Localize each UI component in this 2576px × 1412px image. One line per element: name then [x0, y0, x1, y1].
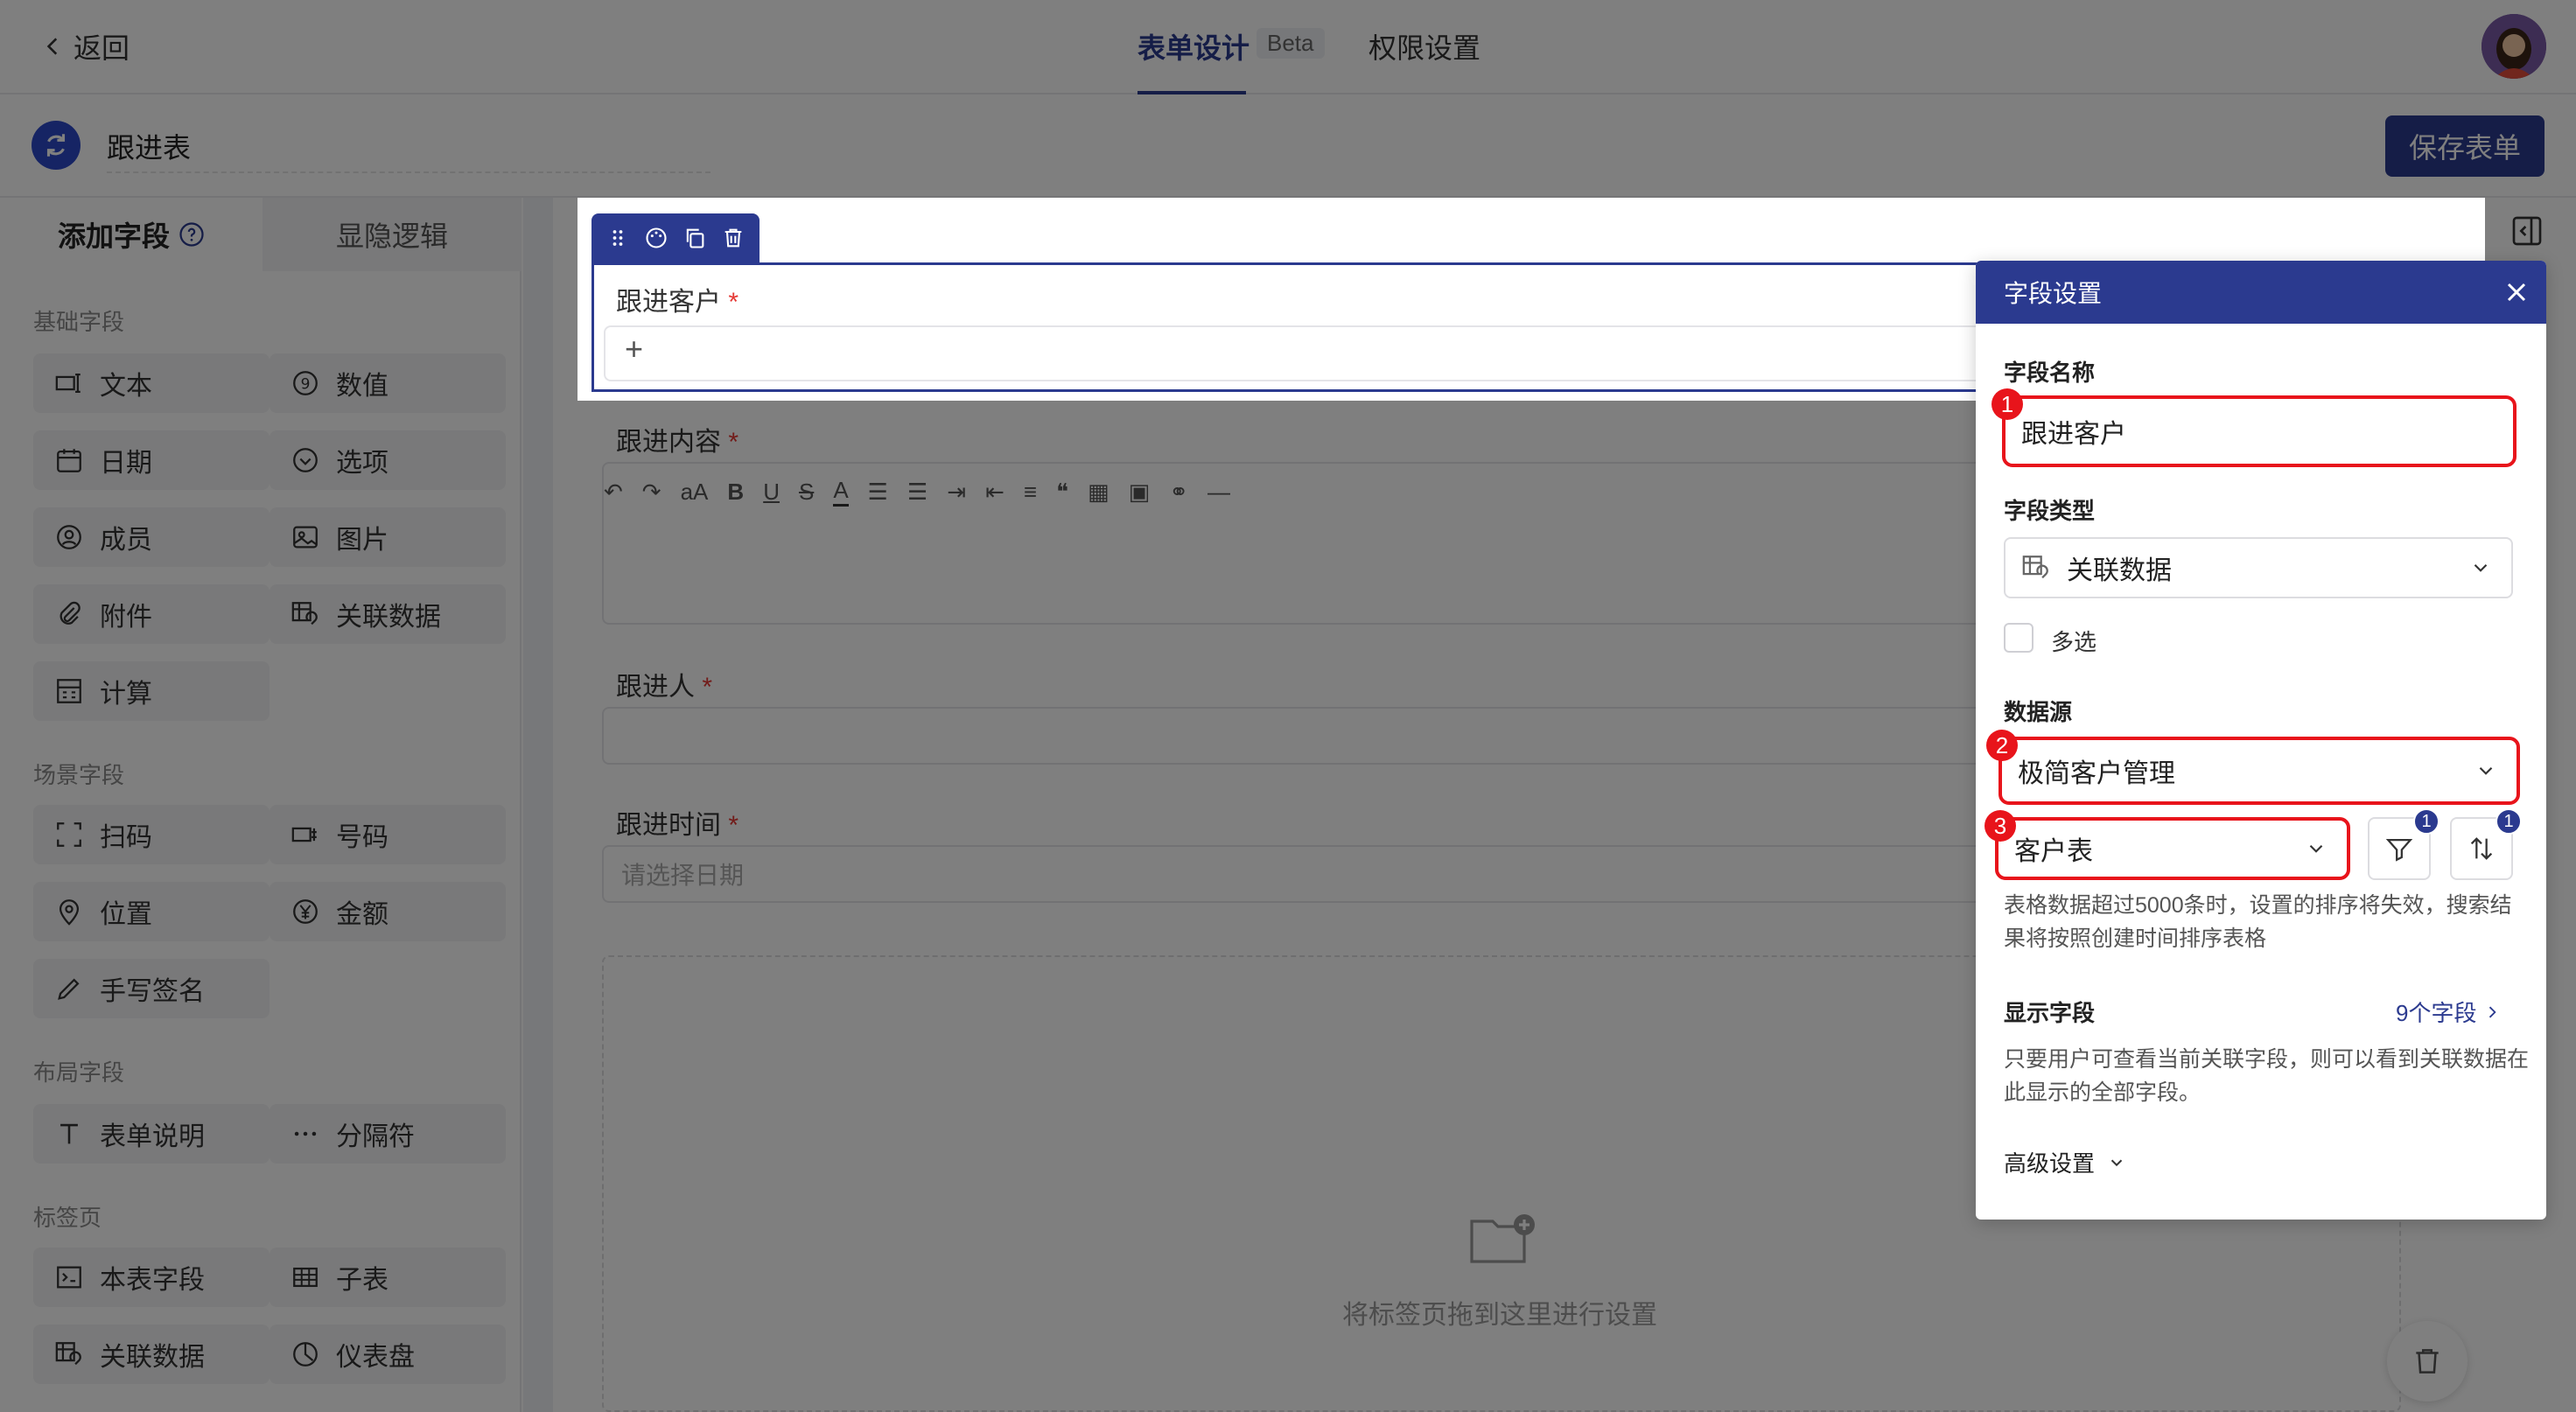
delete-icon[interactable]	[721, 226, 746, 250]
add-record-icon[interactable]: +	[625, 331, 643, 367]
sort-count-badge: 1	[2496, 808, 2522, 835]
data-source-app-select[interactable]: 极简客户管理	[1998, 737, 2520, 805]
field-type-select[interactable]: 关联数据	[2004, 537, 2513, 598]
filter-count-badge: 1	[2413, 808, 2440, 835]
field-action-toolbar	[592, 213, 760, 262]
data-source-table-select[interactable]: 客户表	[1995, 817, 2350, 880]
copy-icon[interactable]	[682, 226, 707, 250]
field-name-input[interactable]: 跟进客户	[2002, 395, 2516, 467]
advanced-settings-toggle[interactable]: 高级设置	[2004, 1146, 2126, 1178]
linked-data-icon	[2022, 556, 2048, 579]
chevron-down-icon	[2474, 563, 2488, 572]
multi-select-checkbox[interactable]	[2004, 623, 2034, 653]
advanced-settings-label: 高级设置	[2004, 1150, 2096, 1177]
chevron-down-icon	[2309, 844, 2323, 853]
drag-handle-icon[interactable]	[606, 226, 630, 250]
chevron-right-icon	[2489, 1006, 2497, 1017]
step-badge-2: 2	[1986, 730, 2018, 761]
field-type-value: 关联数据	[2067, 556, 2172, 585]
linked-record-input[interactable]	[604, 325, 1986, 381]
field-settings-panel: 字段设置 字段名称 跟进客户 1 字段类型 关联数据 多选 数据源 极简客户管理…	[1976, 261, 2546, 1220]
field-name-label: 字段名称	[2004, 360, 2096, 386]
display-fields-note: 只要用户可查看当前关联字段，则可以看到关联数据在此显示的全部字段。	[2004, 1047, 2530, 1105]
filter-icon	[2385, 838, 2413, 862]
display-fields-count: 9个字段	[2396, 1000, 2477, 1026]
sort-icon	[2470, 837, 2493, 860]
settings-header: 字段设置	[1976, 261, 2546, 324]
field-type-label: 字段类型	[2004, 498, 2096, 524]
settings-title: 字段设置	[2004, 280, 2103, 307]
multi-select-label: 多选	[2051, 629, 2097, 655]
display-fields-label: 显示字段	[2004, 1000, 2096, 1026]
display-fields-link[interactable]: 9个字段	[2396, 996, 2501, 1028]
step-badge-1: 1	[1992, 388, 2023, 420]
step-badge-3: 3	[1984, 810, 2016, 842]
required-asterisk: *	[728, 288, 739, 317]
chevron-down-icon	[2110, 1159, 2123, 1166]
palette-icon[interactable]	[644, 226, 668, 250]
data-source-app-value: 极简客户管理	[2018, 759, 2175, 788]
close-icon[interactable]	[2501, 276, 2532, 308]
data-source-label: 数据源	[2004, 699, 2073, 725]
selected-field-top-strip	[760, 213, 2448, 262]
field-label-customer: 跟进客户 *	[616, 280, 738, 318]
chevron-down-icon	[2479, 766, 2493, 775]
data-source-table-value: 客户表	[2014, 837, 2093, 866]
field-label-text: 跟进客户	[616, 288, 721, 317]
sort-note: 表格数据超过5000条时，设置的排序将失效，搜索结果将按照创建时间排序表格	[2004, 893, 2512, 951]
